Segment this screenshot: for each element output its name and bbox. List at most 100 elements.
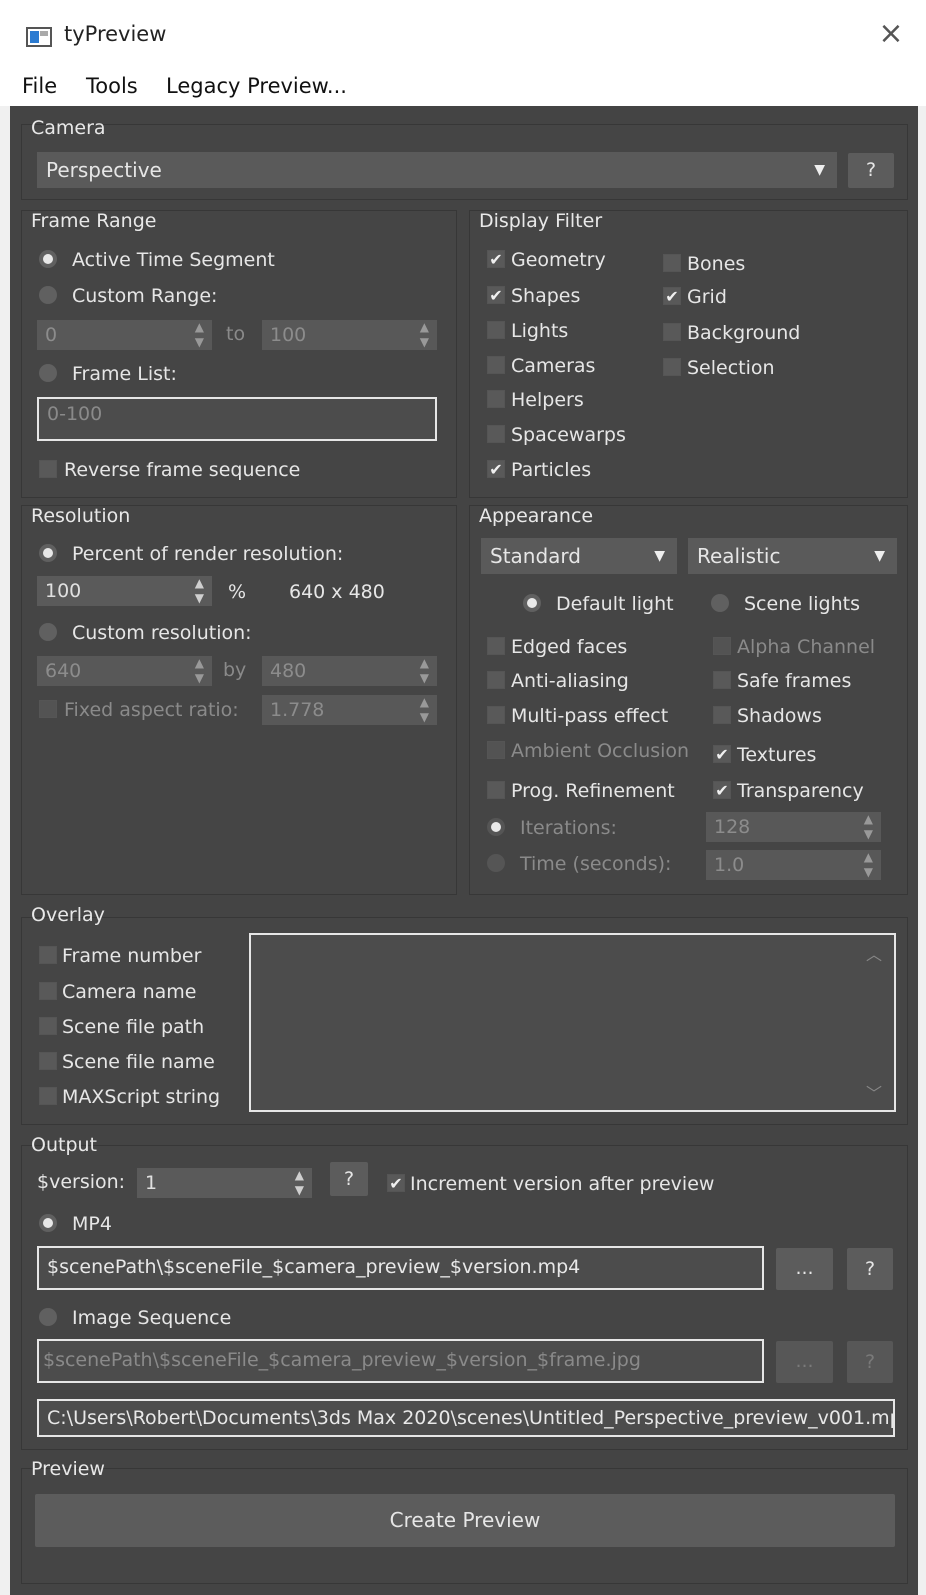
safe-frames-checkbox[interactable] bbox=[713, 671, 731, 689]
range-to-value: 100 bbox=[270, 324, 307, 346]
camera-dropdown[interactable]: Perspective ▼ bbox=[37, 152, 837, 188]
camera-name-label: Camera name bbox=[62, 981, 197, 1003]
version-value: 1 bbox=[145, 1172, 158, 1194]
close-icon[interactable]: × bbox=[875, 18, 907, 50]
version-help-button[interactable]: ? bbox=[330, 1162, 368, 1196]
image-sequence-help-button[interactable]: ? bbox=[847, 1341, 893, 1383]
fixed-aspect-label: Fixed aspect ratio: bbox=[64, 699, 239, 721]
geometry-checkbox[interactable]: ✔ bbox=[487, 250, 505, 268]
range-to-spinner[interactable]: 100 ▲ ▼ bbox=[262, 320, 437, 350]
frame-list-radio[interactable] bbox=[39, 364, 57, 382]
preview-title: Preview bbox=[31, 1458, 105, 1480]
frame-list-input[interactable]: 0-100 bbox=[37, 397, 437, 441]
reverse-sequence-checkbox[interactable] bbox=[39, 460, 57, 478]
iterations-radio[interactable] bbox=[487, 818, 505, 836]
fixed-aspect-checkbox[interactable] bbox=[39, 700, 57, 718]
grid-checkbox[interactable]: ✔ bbox=[663, 287, 681, 305]
image-sequence-browse-button[interactable]: ... bbox=[776, 1341, 833, 1383]
alpha-channel-checkbox[interactable] bbox=[713, 637, 731, 655]
textures-checkbox[interactable]: ✔ bbox=[713, 745, 731, 763]
bones-checkbox[interactable] bbox=[663, 254, 681, 272]
ambient-occlusion-checkbox[interactable] bbox=[487, 741, 505, 759]
by-label: by bbox=[223, 659, 247, 681]
render-mode-value: Standard bbox=[490, 544, 581, 568]
scene-lights-radio[interactable] bbox=[711, 594, 729, 612]
percent-spinner[interactable]: 100 ▲ ▼ bbox=[37, 576, 212, 606]
percent-resolution-radio[interactable] bbox=[39, 544, 57, 562]
mp4-path-input[interactable]: $scenePath\$sceneFile_$camera_preview_$v… bbox=[37, 1246, 764, 1290]
height-value: 480 bbox=[270, 660, 307, 682]
custom-range-radio[interactable] bbox=[39, 286, 57, 304]
menu-legacy-preview[interactable]: Legacy Preview... bbox=[166, 74, 347, 98]
menu-tools[interactable]: Tools bbox=[86, 74, 138, 98]
camera-help-button[interactable]: ? bbox=[848, 153, 894, 188]
prog-refinement-label: Prog. Refinement bbox=[511, 780, 675, 802]
iterations-spinner[interactable]: 128 ▲ ▼ bbox=[706, 812, 881, 842]
height-spinner[interactable]: 480 ▲ ▼ bbox=[262, 656, 437, 686]
frame-number-checkbox[interactable] bbox=[39, 946, 57, 964]
shapes-checkbox[interactable]: ✔ bbox=[487, 286, 505, 304]
particles-checkbox[interactable]: ✔ bbox=[487, 460, 505, 478]
app-icon bbox=[26, 27, 52, 47]
spinner-arrows-icon: ▲ ▼ bbox=[863, 812, 873, 841]
multi-pass-checkbox[interactable] bbox=[487, 706, 505, 724]
width-value: 640 bbox=[45, 660, 82, 682]
helpers-checkbox[interactable] bbox=[487, 390, 505, 408]
spinner-arrows-icon: ▲ ▼ bbox=[419, 695, 429, 724]
cameras-checkbox[interactable] bbox=[487, 356, 505, 374]
background-checkbox[interactable] bbox=[663, 323, 681, 341]
spinner-arrows-icon: ▲ ▼ bbox=[419, 320, 429, 349]
create-preview-button[interactable]: Create Preview bbox=[35, 1494, 895, 1547]
edged-faces-checkbox[interactable] bbox=[487, 637, 505, 655]
image-sequence-radio[interactable] bbox=[39, 1308, 57, 1326]
scroll-up-icon[interactable]: ︿ bbox=[866, 941, 882, 965]
lights-label: Lights bbox=[511, 320, 569, 342]
aspect-spinner[interactable]: 1.778 ▲ ▼ bbox=[262, 695, 437, 725]
mp4-browse-button[interactable]: ... bbox=[776, 1248, 833, 1290]
lights-checkbox[interactable] bbox=[487, 321, 505, 339]
mp4-radio[interactable] bbox=[39, 1214, 57, 1232]
increment-version-checkbox[interactable]: ✔ bbox=[387, 1174, 405, 1192]
camera-name-checkbox[interactable] bbox=[39, 982, 57, 1000]
custom-range-label: Custom Range: bbox=[72, 285, 218, 307]
default-light-radio[interactable] bbox=[523, 594, 541, 612]
scene-file-path-checkbox[interactable] bbox=[39, 1017, 57, 1035]
spinner-arrows-icon: ▲ ▼ bbox=[194, 656, 204, 685]
percent-value: 100 bbox=[45, 580, 82, 602]
version-spinner[interactable]: 1 ▲ ▼ bbox=[137, 1168, 312, 1198]
time-radio[interactable] bbox=[487, 854, 505, 872]
maxscript-string-label: MAXScript string bbox=[62, 1086, 221, 1108]
render-mode-dropdown[interactable]: Standard ▼ bbox=[481, 538, 677, 574]
geometry-label: Geometry bbox=[511, 249, 606, 271]
bones-label: Bones bbox=[687, 253, 746, 275]
mp4-help-button[interactable]: ? bbox=[847, 1248, 893, 1290]
custom-resolution-label: Custom resolution: bbox=[72, 622, 252, 644]
multi-pass-label: Multi-pass effect bbox=[511, 705, 669, 727]
selection-checkbox[interactable] bbox=[663, 358, 681, 376]
cameras-label: Cameras bbox=[511, 355, 596, 377]
active-time-segment-radio[interactable] bbox=[39, 250, 57, 268]
mp4-label: MP4 bbox=[72, 1213, 112, 1235]
render-style-dropdown[interactable]: Realistic ▼ bbox=[688, 538, 897, 574]
resolution-title: Resolution bbox=[31, 505, 131, 527]
spacewarps-label: Spacewarps bbox=[511, 424, 626, 446]
shadows-checkbox[interactable] bbox=[713, 706, 731, 724]
range-from-spinner[interactable]: 0 ▲ ▼ bbox=[37, 320, 212, 350]
scroll-down-icon[interactable]: ﹀ bbox=[866, 1080, 882, 1104]
resolved-output-path: C:\Users\Robert\Documents\3ds Max 2020\s… bbox=[37, 1399, 895, 1437]
time-spinner[interactable]: 1.0 ▲ ▼ bbox=[706, 850, 881, 880]
spacewarps-checkbox[interactable] bbox=[487, 425, 505, 443]
transparency-checkbox[interactable]: ✔ bbox=[713, 781, 731, 799]
prog-refinement-checkbox[interactable] bbox=[487, 781, 505, 799]
menu-file[interactable]: File bbox=[22, 74, 57, 98]
overlay-text-area[interactable] bbox=[249, 933, 896, 1112]
camera-dropdown-value: Perspective bbox=[46, 158, 162, 182]
custom-resolution-radio[interactable] bbox=[39, 623, 57, 641]
scene-file-name-checkbox[interactable] bbox=[39, 1052, 57, 1070]
width-spinner[interactable]: 640 ▲ ▼ bbox=[37, 656, 212, 686]
reverse-sequence-label: Reverse frame sequence bbox=[64, 459, 301, 481]
maxscript-string-checkbox[interactable] bbox=[39, 1087, 57, 1105]
anti-aliasing-checkbox[interactable] bbox=[487, 671, 505, 689]
image-sequence-path-input[interactable]: $scenePath\$sceneFile_$camera_preview_$v… bbox=[37, 1339, 764, 1383]
time-value: 1.0 bbox=[714, 854, 745, 876]
